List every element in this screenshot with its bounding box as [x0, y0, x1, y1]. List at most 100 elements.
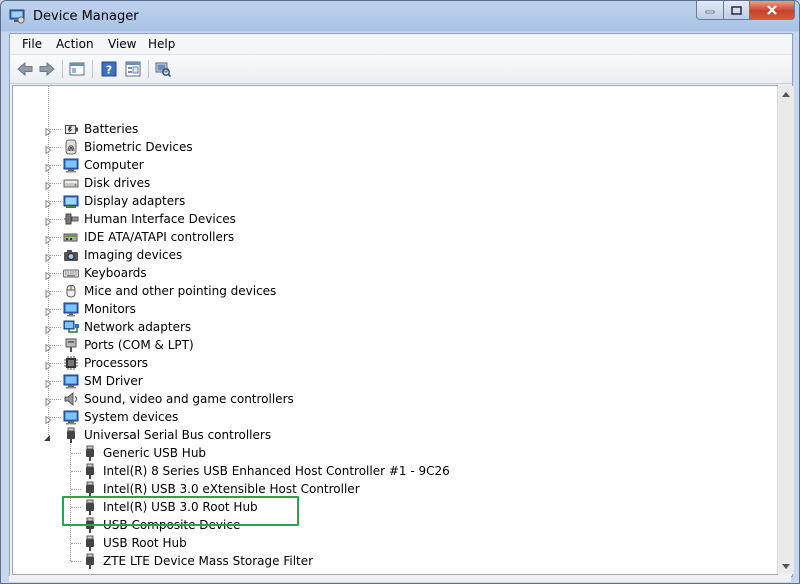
close-button[interactable] — [750, 1, 795, 20]
tree-item[interactable]: Mice and other pointing devices — [13, 282, 733, 300]
svg-text:?: ? — [106, 64, 112, 77]
usb-device-label: Intel(R) USB 3.0 eXtensible Host Control… — [103, 482, 360, 496]
tree-item-label: Keyboards — [84, 266, 147, 280]
tree-item[interactable]: Display adapters — [13, 192, 733, 210]
tree-item[interactable]: Network adapters — [13, 318, 733, 336]
speaker-icon — [63, 391, 79, 407]
tree-item-label: Human Interface Devices — [84, 212, 236, 226]
tree-item-label: Monitors — [84, 302, 136, 316]
tree-item[interactable]: Keyboards — [13, 264, 733, 282]
tree-item-label: Universal Serial Bus controllers — [84, 428, 272, 442]
scan-hardware-changes-icon — [155, 62, 171, 77]
expand-arrow-icon[interactable] — [44, 359, 52, 371]
expand-arrow-icon[interactable] — [44, 395, 52, 407]
minimize-icon — [705, 10, 715, 14]
expand-arrow-icon[interactable] — [44, 161, 52, 173]
expand-arrow-icon[interactable] — [44, 251, 52, 263]
tree-item[interactable]: Biometric Devices — [13, 138, 733, 156]
tree-item[interactable]: SM Driver — [13, 372, 733, 390]
tree-item-usb-controllers[interactable]: Universal Serial Bus controllers — [13, 426, 733, 444]
tree-item[interactable]: Processors — [13, 354, 733, 372]
usb-plug-icon — [82, 553, 98, 569]
expand-arrow-icon[interactable] — [44, 143, 52, 155]
usb-plug-icon — [82, 481, 98, 497]
usb-device-label: Intel(R) 8 Series USB Enhanced Host Cont… — [103, 464, 450, 478]
menu-action[interactable]: Action — [56, 37, 94, 51]
forward-button[interactable] — [38, 60, 56, 78]
tree-item-label: Ports (COM & LPT) — [84, 338, 194, 352]
maximize-button[interactable] — [724, 1, 750, 20]
tree-item[interactable]: IDE ATA/ATAPI controllers — [13, 228, 733, 246]
display-adapter-icon — [63, 193, 79, 209]
show-hide-console-tree-icon — [69, 62, 85, 76]
expand-arrow-icon[interactable] — [44, 413, 52, 425]
tree-item[interactable]: Disk drives — [13, 174, 733, 192]
tree-item[interactable]: Sound, video and game controllers — [13, 390, 733, 408]
expand-arrow-icon[interactable] — [44, 125, 52, 137]
fingerprint-icon — [63, 139, 79, 155]
expand-arrow-icon[interactable] — [44, 377, 52, 389]
scan-hardware-changes-button[interactable] — [154, 60, 172, 78]
tree-item[interactable]: Monitors — [13, 300, 733, 318]
expand-arrow-icon[interactable] — [44, 305, 52, 317]
scroll-up-icon — [782, 91, 790, 97]
back-button[interactable] — [16, 60, 34, 78]
usb-device-label: Generic USB Hub — [103, 446, 207, 460]
system-devices-icon — [63, 409, 79, 425]
tree-item[interactable]: Imaging devices — [13, 246, 733, 264]
disk-drive-icon — [63, 175, 79, 191]
close-icon — [767, 5, 777, 15]
tree-item-label: Biometric Devices — [84, 140, 193, 154]
expand-arrow-icon[interactable] — [44, 269, 52, 281]
tree-item[interactable]: Human Interface Devices — [13, 210, 733, 228]
menu-view[interactable]: View — [108, 37, 136, 51]
expand-arrow-icon[interactable] — [44, 197, 52, 209]
keyboard-icon — [63, 265, 79, 281]
expand-arrow-icon[interactable] — [44, 341, 52, 353]
tree-item[interactable]: Batteries — [13, 120, 733, 138]
usb-plug-icon — [82, 463, 98, 479]
back-arrow-icon — [17, 62, 33, 76]
highlight-box — [62, 496, 299, 526]
help-icon: ? — [101, 61, 117, 77]
tree-item[interactable]: Computer — [13, 156, 733, 174]
tree-item-label: Display adapters — [84, 194, 186, 208]
expand-arrow-icon[interactable] — [44, 215, 52, 227]
tree-item-label: Imaging devices — [84, 248, 183, 262]
tree-item[interactable]: Ports (COM & LPT) — [13, 336, 733, 354]
tree-item-label: Computer — [84, 158, 144, 172]
computer-icon — [63, 157, 79, 173]
properties-icon — [125, 61, 141, 77]
expand-arrow-icon[interactable] — [44, 179, 52, 191]
scroll-up-button[interactable] — [778, 86, 794, 102]
usb-device-item[interactable]: ZTE LTE Device Mass Storage Filter — [13, 552, 733, 570]
properties-button[interactable] — [124, 60, 142, 78]
title-bar[interactable]: Device Manager — [1, 1, 799, 33]
scroll-down-button[interactable] — [778, 558, 794, 574]
scroll-down-icon — [782, 563, 790, 569]
help-button[interactable]: ? — [100, 60, 118, 78]
expand-arrow-icon[interactable] — [44, 287, 52, 299]
menu-file[interactable]: File — [22, 37, 42, 51]
usb-plug-icon — [82, 535, 98, 551]
window-title: Device Manager — [33, 9, 139, 24]
expand-arrow-icon[interactable] — [44, 323, 52, 335]
tree-item-label: Network adapters — [84, 320, 192, 334]
vertical-scrollbar[interactable] — [777, 86, 794, 574]
usb-plug-icon — [63, 427, 79, 443]
client-area: File Action View Help ? Batteries Biomet… — [9, 33, 794, 577]
usb-device-label: USB Root Hub — [103, 536, 187, 550]
usb-device-item[interactable]: Generic USB Hub — [13, 444, 733, 462]
show-hide-console-tree-button[interactable] — [68, 60, 86, 78]
menu-help[interactable]: Help — [148, 37, 175, 51]
network-adapter-icon — [63, 319, 79, 335]
camera-icon — [63, 247, 79, 263]
expand-arrow-icon[interactable] — [44, 233, 52, 245]
processor-icon — [63, 355, 79, 371]
tree-item-label: System devices — [84, 410, 179, 424]
usb-device-item[interactable]: USB Root Hub — [13, 534, 733, 552]
minimize-button[interactable] — [696, 1, 724, 20]
usb-device-item[interactable]: Intel(R) 8 Series USB Enhanced Host Cont… — [13, 462, 733, 480]
tree-item[interactable]: System devices — [13, 408, 733, 426]
collapse-arrow-icon[interactable] — [43, 431, 51, 441]
